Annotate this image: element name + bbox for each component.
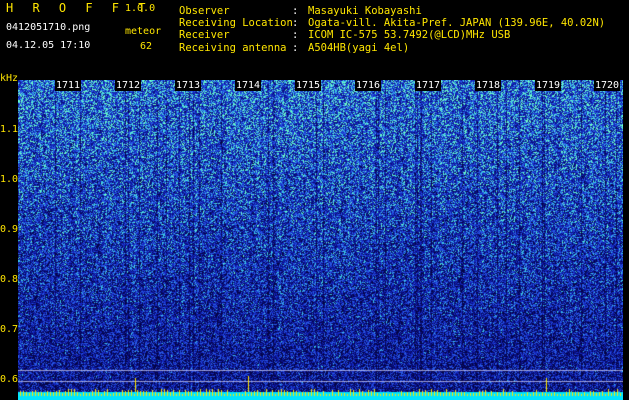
time-tick-label: 1719 (535, 80, 562, 91)
info-row-receiver: Receiver : ICOM IC-575 53.7492(@LCD)MHz … (179, 29, 605, 41)
station-info: Observer : Masayuki Kobayashi Receiving … (179, 5, 605, 54)
y-tick-label: 0.7 (0, 324, 19, 335)
info-key: Receiver (179, 29, 230, 42)
info-row-antenna: Receiving antenna : A504HB(yagi 4el) (179, 42, 605, 54)
spectrogram-canvas (18, 80, 623, 400)
file-name: 0412051710.png (6, 22, 91, 33)
y-tick-label: 1.0 (0, 174, 19, 185)
info-sep: : (292, 17, 299, 30)
info-key: Observer (179, 5, 230, 17)
y-tick-label: 0.6 (0, 374, 19, 385)
info-value: ICOM IC-575 53.7492(@LCD)MHz USB (308, 29, 511, 42)
y-tick-label: 1.1 (0, 124, 19, 135)
meteor-count: 62 (140, 41, 153, 52)
spectrogram (18, 80, 623, 400)
info-sep: : (292, 41, 299, 54)
date-time: 04.12.05 17:10 (6, 40, 91, 51)
time-tick-label: 1714 (235, 80, 262, 91)
info-row-location: Receiving Location : Ogata-vill. Akita-P… (179, 17, 605, 29)
time-tick-label: 1715 (295, 80, 322, 91)
info-row-observer: Observer : Masayuki Kobayashi (179, 5, 605, 17)
time-tick-label: 1720 (594, 80, 621, 91)
time-tick-label: 1718 (475, 80, 502, 91)
info-value: Masayuki Kobayashi (308, 5, 422, 17)
time-tick-label: 1716 (355, 80, 382, 91)
info-sep: : (292, 29, 299, 42)
info-value: A504HB(yagi 4el) (308, 41, 410, 54)
time-tick-label: 1717 (415, 80, 442, 91)
y-axis-unit: kHz (0, 73, 19, 84)
info-value: Ogata-vill. Akita-Pref. JAPAN (139.96E, … (308, 17, 606, 30)
app-version: 1.0.0 (125, 3, 156, 14)
info-key: Receiving Location (179, 17, 293, 30)
time-tick-label: 1712 (115, 80, 142, 91)
time-tick-label: 1711 (55, 80, 82, 91)
meteor-label: meteor (125, 26, 162, 37)
y-tick-label: 0.8 (0, 274, 19, 285)
time-tick-label: 1713 (175, 80, 202, 91)
y-tick-label: 0.9 (0, 224, 19, 235)
info-sep: : (292, 5, 299, 17)
info-key: Receiving antenna (179, 41, 287, 54)
